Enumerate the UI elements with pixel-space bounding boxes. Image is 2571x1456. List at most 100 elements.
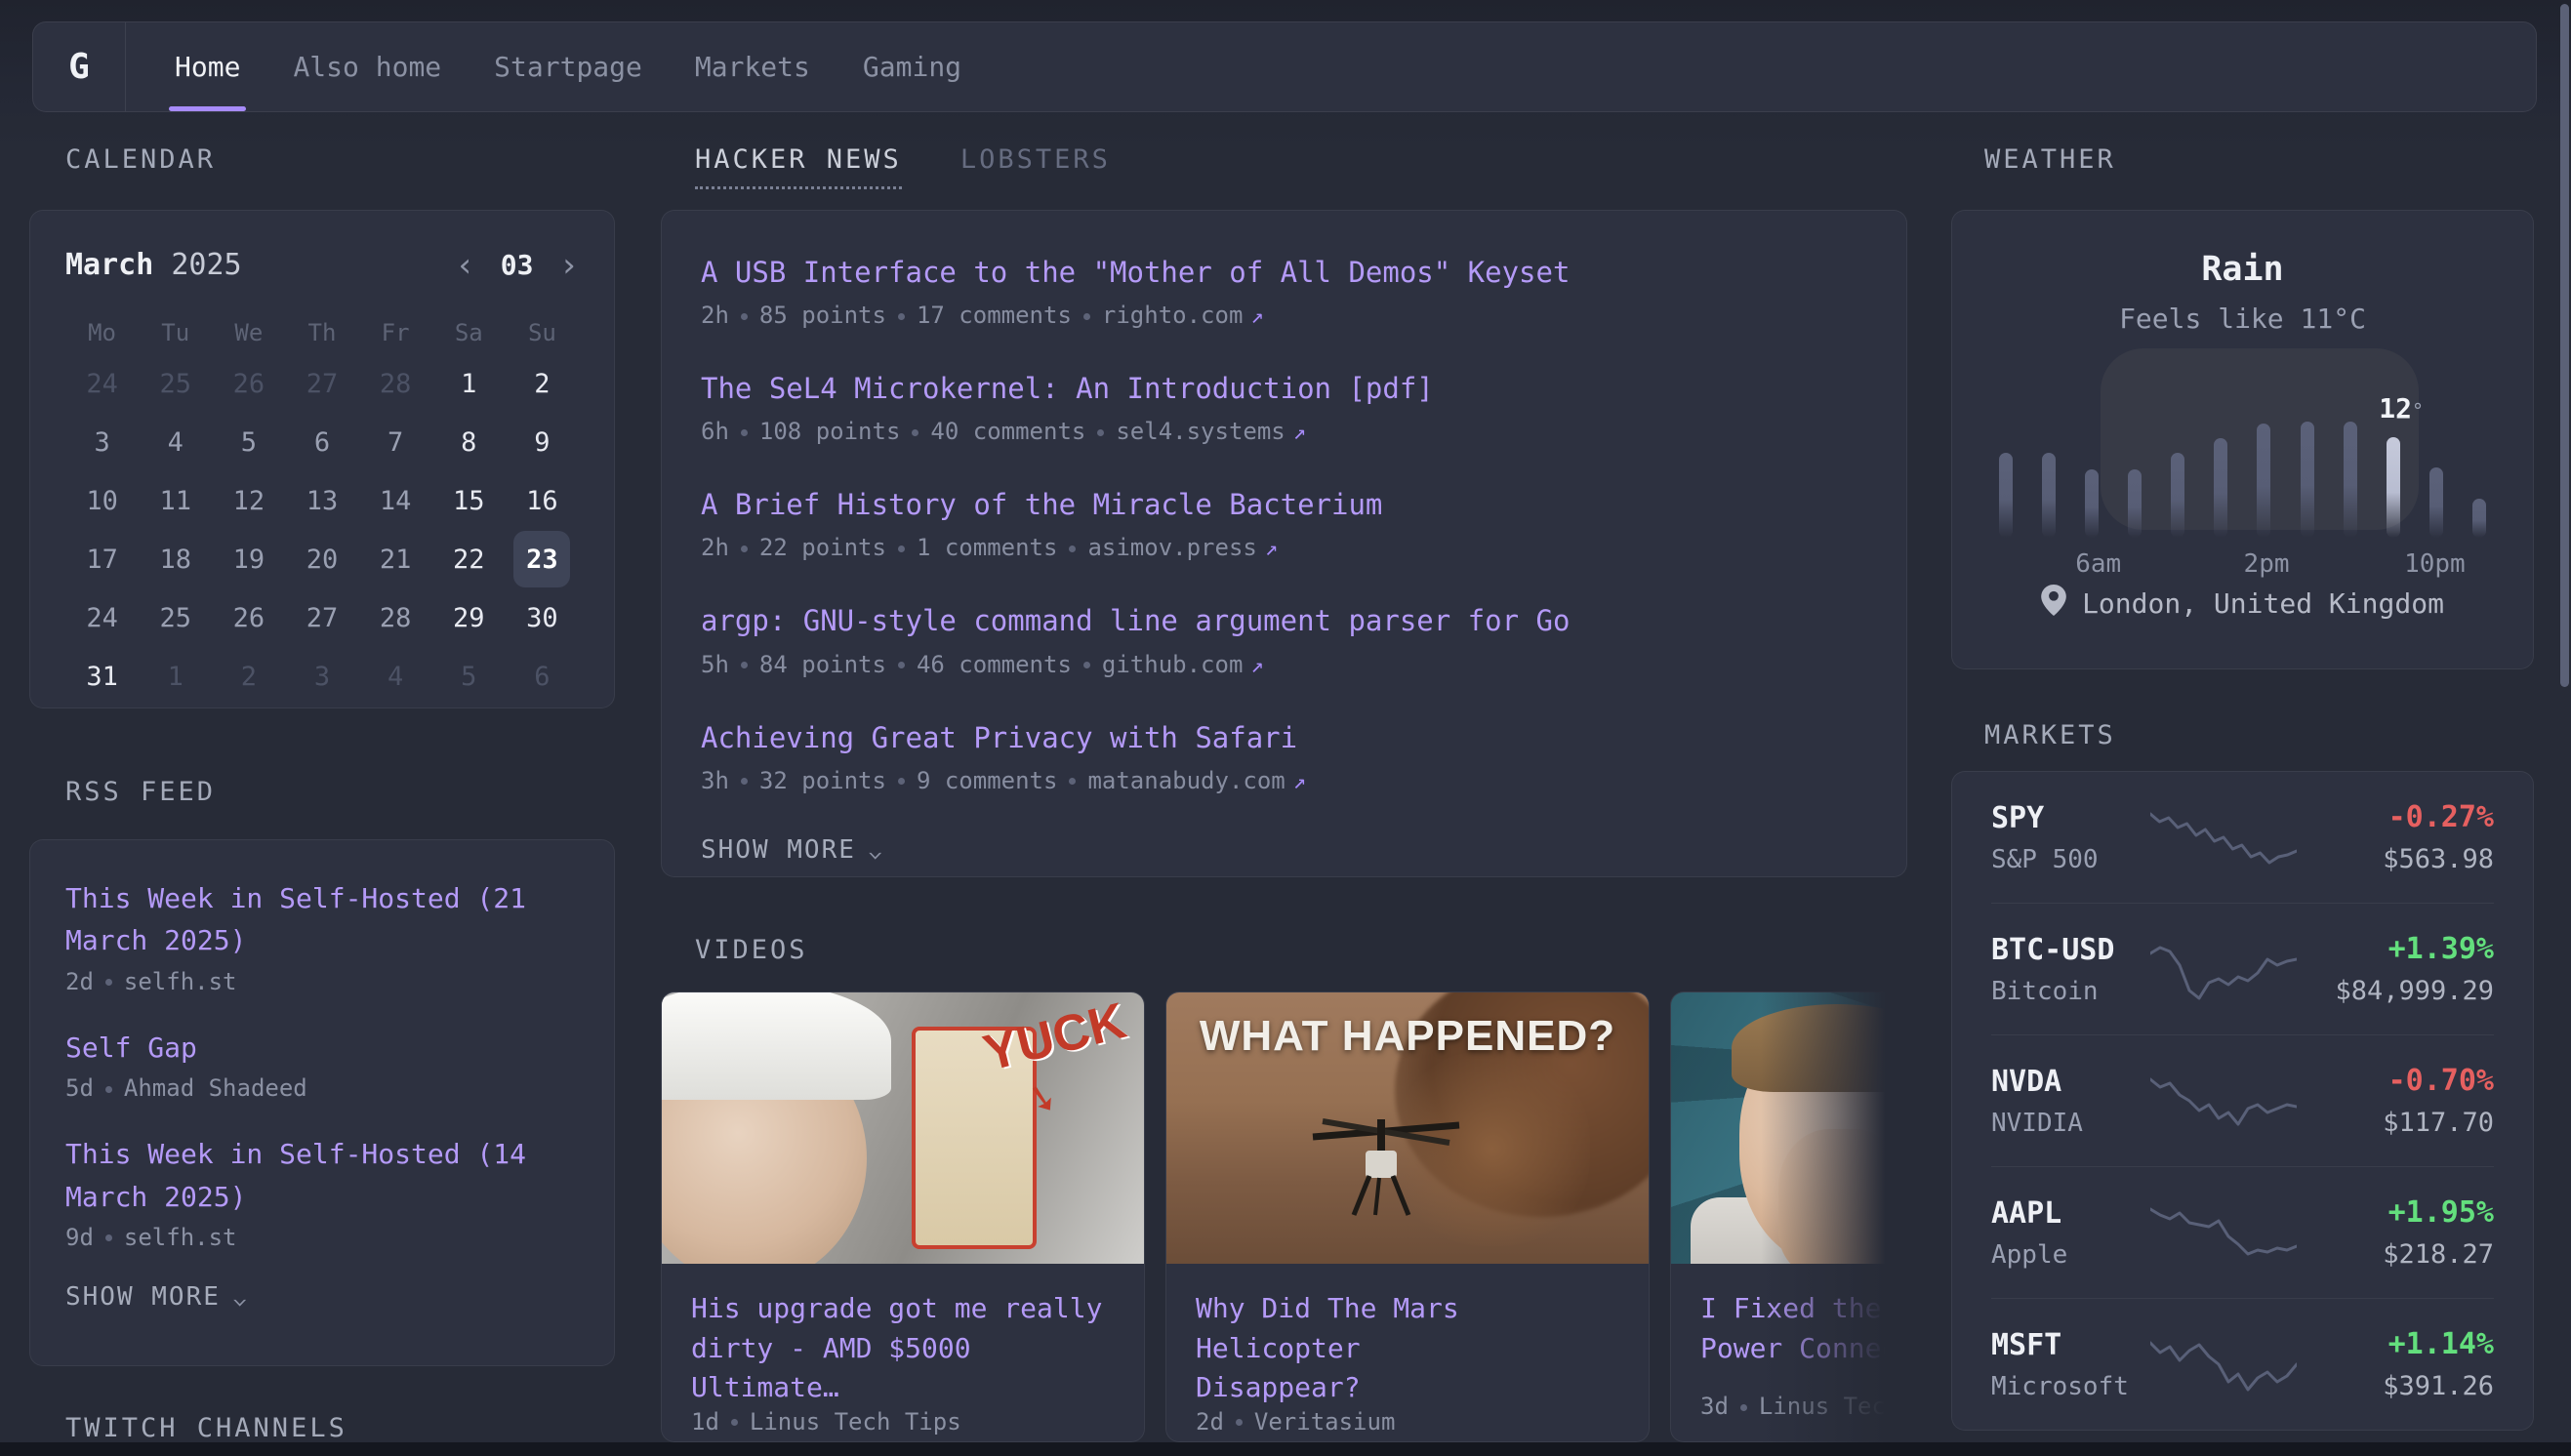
calendar-day[interactable]: 28	[359, 354, 432, 413]
calendar-day[interactable]: 5	[432, 647, 506, 706]
news-item-domain-link[interactable]: github.com	[1102, 651, 1244, 678]
calendar-day[interactable]: 12	[212, 471, 285, 530]
rss-item-title[interactable]: Self Gap	[65, 1027, 579, 1069]
market-row-msft[interactable]: MSFTMicrosoft+1.14%$391.26	[1991, 1299, 2494, 1430]
calendar-day[interactable]: 23	[506, 530, 579, 588]
nav-tab-home[interactable]: Home	[175, 22, 240, 111]
nav-tab-startpage[interactable]: Startpage	[494, 22, 642, 111]
rss-show-more-button[interactable]: SHOW MORE⌄	[65, 1282, 579, 1312]
calendar-day[interactable]: 9	[506, 413, 579, 471]
calendar-day[interactable]: 27	[285, 354, 358, 413]
calendar-day[interactable]: 8	[432, 413, 506, 471]
calendar-day[interactable]: 13	[285, 471, 358, 530]
calendar-day[interactable]: 5	[212, 413, 285, 471]
calendar-day[interactable]: 11	[139, 471, 212, 530]
news-item-domain-link[interactable]: righto.com	[1102, 302, 1244, 329]
calendar-weekday-header: Sa	[432, 311, 506, 354]
video-channel: Veritasium	[1254, 1408, 1396, 1436]
calendar-prev-icon[interactable]: ‹	[455, 249, 474, 282]
dot-separator	[898, 662, 905, 668]
news-item-domain-link[interactable]: asimov.press	[1087, 534, 1256, 561]
calendar-day[interactable]: 18	[139, 530, 212, 588]
video-title[interactable]: His upgrade got me reallydirty - AMD $50…	[691, 1289, 1115, 1408]
calendar-day[interactable]: 2	[212, 647, 285, 706]
nav-tab-markets[interactable]: Markets	[695, 22, 810, 111]
video-thumbnail: WHAT HAPPENED?	[1166, 992, 1649, 1264]
calendar-day[interactable]: 3	[65, 413, 139, 471]
dot-separator	[1069, 778, 1076, 785]
markets-section-title: MARKETS	[1984, 720, 2116, 750]
dot-separator	[105, 979, 112, 986]
calendar-day[interactable]: 17	[65, 530, 139, 588]
calendar-day[interactable]: 26	[212, 588, 285, 647]
calendar-day[interactable]: 4	[359, 647, 432, 706]
news-tab-hacker-news[interactable]: HACKER NEWS	[695, 144, 902, 189]
calendar-weekday-header: Tu	[139, 311, 212, 354]
news-item: argp: GNU-style command line argument pa…	[701, 602, 1867, 677]
calendar-day[interactable]: 6	[285, 413, 358, 471]
calendar-day[interactable]: 29	[432, 588, 506, 647]
market-row-spy[interactable]: SPYS&P 500-0.27%$563.98	[1991, 772, 2494, 904]
video-card[interactable]: DOI Fixed the 5Power Connect3dLinus Tec	[1670, 991, 1907, 1442]
dot-separator	[898, 546, 905, 552]
calendar-day[interactable]: 28	[359, 588, 432, 647]
calendar-day[interactable]: 24	[65, 588, 139, 647]
video-title[interactable]: I Fixed the 5Power Connect	[1700, 1289, 1907, 1368]
video-title-line: Disappear?	[1196, 1368, 1619, 1408]
app-logo[interactable]: G	[33, 22, 126, 111]
calendar-day[interactable]: 4	[139, 413, 212, 471]
calendar-day[interactable]: 15	[432, 471, 506, 530]
calendar-day[interactable]: 16	[506, 471, 579, 530]
news-item-domain-link[interactable]: matanabudy.com	[1087, 767, 1285, 794]
calendar-day[interactable]: 14	[359, 471, 432, 530]
news-item-title[interactable]: argp: GNU-style command line argument pa…	[701, 602, 1867, 640]
calendar-day[interactable]: 7	[359, 413, 432, 471]
rss-item-title[interactable]: This Week in Self-Hosted (21 March 2025)	[65, 877, 579, 962]
calendar-day[interactable]: 1	[432, 354, 506, 413]
video-card[interactable]: YUCK➘ His upgrade got me reallydirty - AM…	[661, 991, 1145, 1442]
market-sparkline	[2150, 938, 2297, 1000]
market-row-btc-usd[interactable]: BTC-USDBitcoin+1.39%$84,999.29	[1991, 904, 2494, 1035]
calendar-day[interactable]: 25	[139, 354, 212, 413]
calendar-day[interactable]: 19	[212, 530, 285, 588]
nav-tab-gaming[interactable]: Gaming	[863, 22, 961, 111]
calendar-day[interactable]: 6	[506, 647, 579, 706]
calendar-day[interactable]: 24	[65, 354, 139, 413]
calendar-day[interactable]: 27	[285, 588, 358, 647]
calendar-day[interactable]: 3	[285, 647, 358, 706]
news-item-domain-link[interactable]: sel4.systems	[1116, 418, 1285, 445]
calendar-day[interactable]: 22	[432, 530, 506, 588]
calendar-day[interactable]: 30	[506, 588, 579, 647]
video-card[interactable]: WHAT HAPPENED? Why Did The Mars Helicopte…	[1165, 991, 1650, 1442]
video-thumbnail: YUCK➘	[662, 992, 1144, 1264]
nav-tab-also-home[interactable]: Also home	[293, 22, 441, 111]
news-item-title[interactable]: A USB Interface to the "Mother of All De…	[701, 254, 1867, 292]
rss-item-title[interactable]: This Week in Self-Hosted (14 March 2025)	[65, 1133, 579, 1218]
page-scrollbar-thumb[interactable]	[2560, 4, 2569, 687]
news-item-comments: 1 comments	[917, 534, 1058, 561]
news-item-comments: 17 comments	[917, 302, 1072, 329]
calendar-day[interactable]: 26	[212, 354, 285, 413]
calendar-day[interactable]: 10	[65, 471, 139, 530]
news-item-title[interactable]: The SeL4 Microkernel: An Introduction [p…	[701, 370, 1867, 408]
news-item-meta: 5h84 points46 commentsgithub.com↗	[701, 651, 1867, 678]
calendar-day[interactable]: 2	[506, 354, 579, 413]
calendar-day[interactable]: 25	[139, 588, 212, 647]
video-title-line: dirty - AMD $5000 Ultimate…	[691, 1329, 1115, 1408]
dot-separator	[1083, 662, 1090, 668]
calendar-day[interactable]: 21	[359, 530, 432, 588]
news-tab-lobsters[interactable]: LOBSTERS	[960, 144, 1111, 175]
news-item-title[interactable]: A Brief History of the Miracle Bacterium	[701, 486, 1867, 524]
video-title[interactable]: Why Did The Mars HelicopterDisappear?	[1196, 1289, 1619, 1408]
market-row-aapl[interactable]: AAPLApple+1.95%$218.27	[1991, 1167, 2494, 1299]
dot-separator	[741, 546, 748, 552]
calendar-next-icon[interactable]: ›	[559, 249, 579, 282]
news-item-title[interactable]: Achieving Great Privacy with Safari	[701, 719, 1867, 757]
news-show-more-button[interactable]: SHOW MORE⌄	[701, 835, 1867, 865]
market-change-percent: +1.39%	[2308, 932, 2494, 966]
calendar-day[interactable]: 20	[285, 530, 358, 588]
video-age: 3d	[1700, 1393, 1729, 1420]
calendar-day[interactable]: 1	[139, 647, 212, 706]
calendar-day[interactable]: 31	[65, 647, 139, 706]
market-row-nvda[interactable]: NVDANVIDIA-0.70%$117.70	[1991, 1035, 2494, 1167]
